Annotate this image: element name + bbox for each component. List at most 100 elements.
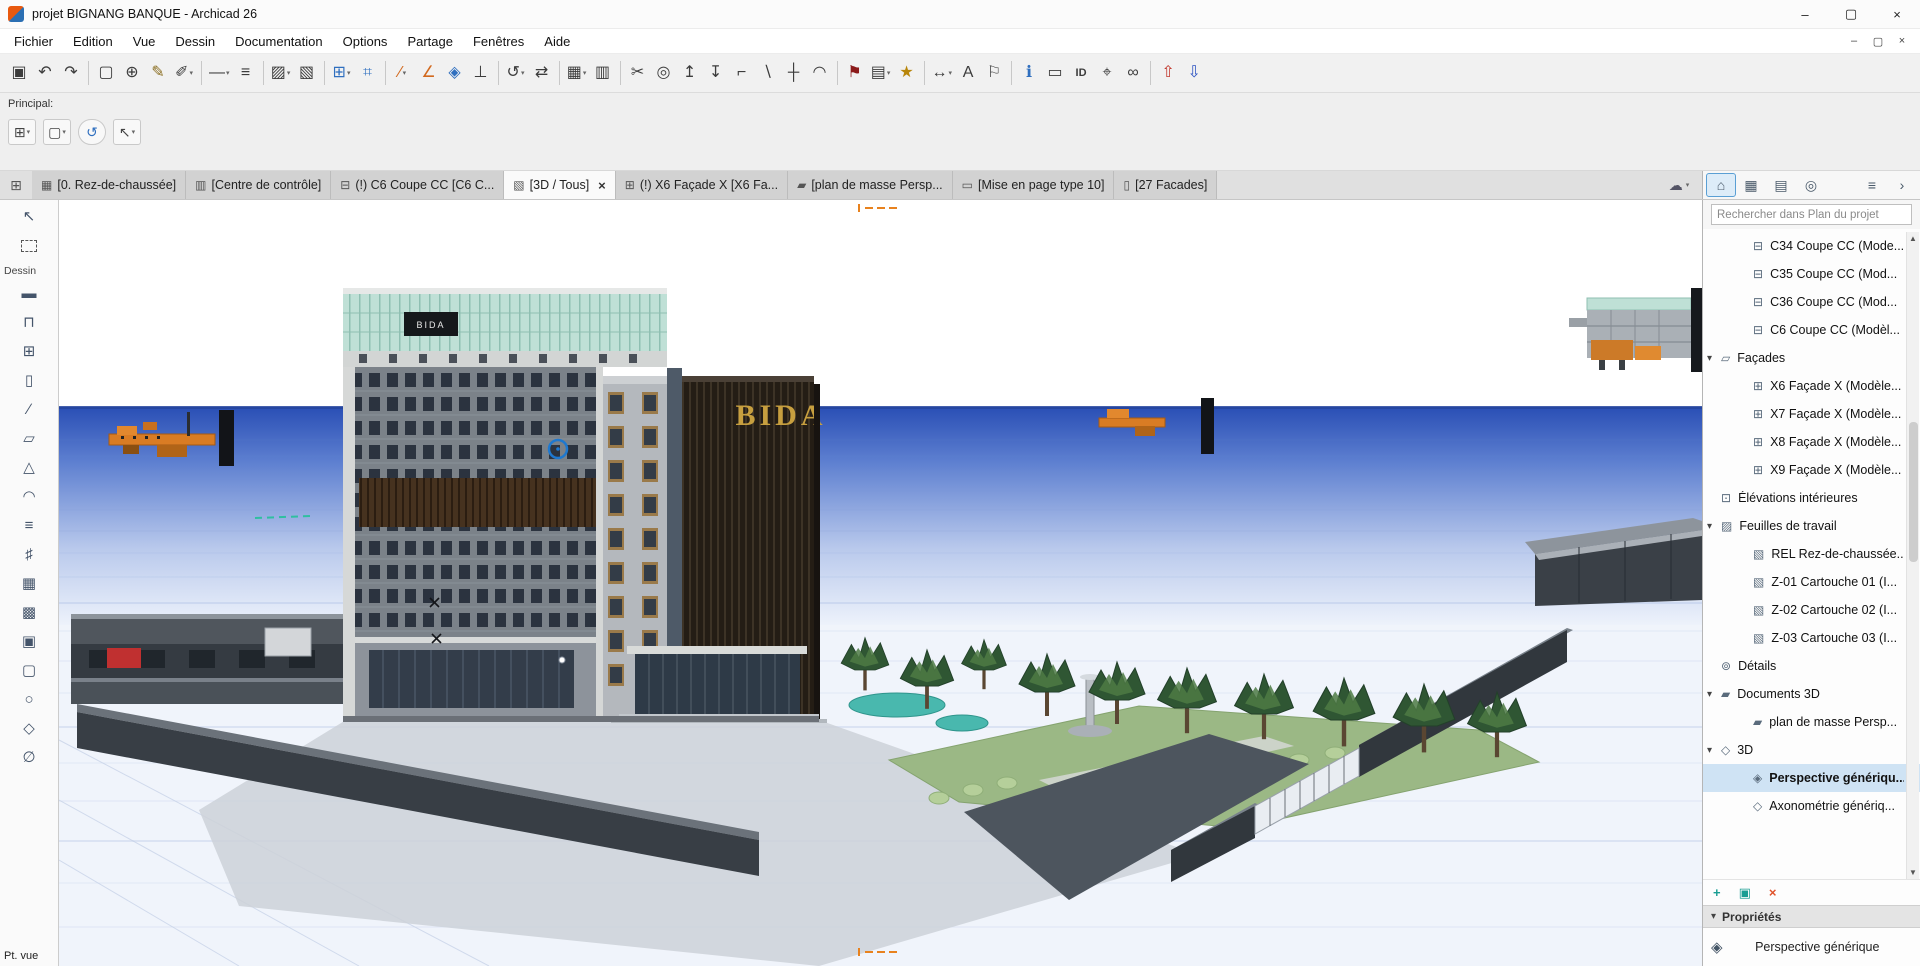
menu-item-documentation[interactable]: Documentation [225,29,332,53]
tree-item-x9-façade-x-modèle[interactable]: ⊞X9 Façade X (Modèle... [1703,456,1920,484]
layout-book-icon[interactable]: ▤ [1766,173,1796,197]
tree-item-façades[interactable]: ▾▱Façades [1703,344,1920,372]
quick-layout-button[interactable]: ⊞ [0,171,32,199]
chevron-down-icon[interactable]: ▾ [1707,745,1712,756]
tool-wall[interactable]: ▬ [11,279,47,308]
tab-close-icon[interactable]: × [598,178,606,193]
marquee-default-button[interactable]: ▢▾ [43,119,71,145]
trim-button[interactable]: ⌐ [729,58,755,88]
tree-item-x7-façade-x-modèle[interactable]: ⊞X7 Façade X (Modèle... [1703,400,1920,428]
properties-header[interactable]: ▾ Propriétés [1703,905,1920,928]
cut-button[interactable]: ✂ [625,58,651,88]
menu-item-partage[interactable]: Partage [397,29,463,53]
cloud-sync-button[interactable]: ☁ ▾ [1656,171,1702,199]
mirror-button[interactable]: ⇄ [529,58,555,88]
tool-lamp[interactable]: ○ [11,685,47,714]
tree-scrollbar[interactable]: ▲▼ [1906,232,1919,879]
gravity-button[interactable]: ⊥ [468,58,494,88]
tab-plan-de-masse-persp[interactable]: ▰[plan de masse Persp... [788,171,953,199]
close-button[interactable]: × [1874,0,1920,28]
tool-column[interactable]: ▯ [11,366,47,395]
surface-button[interactable]: ▧ [294,58,320,88]
doc-close-button[interactable]: × [1890,29,1914,53]
tree-item-z-01-cartouche-01-i[interactable]: ▧Z-01 Cartouche 01 (I... [1703,568,1920,596]
pen-weight-button[interactable]: ≡ [233,58,259,88]
find-select-button[interactable]: ◎ [651,58,677,88]
chevron-down-icon[interactable]: ▾ [1707,689,1712,700]
attach-button[interactable]: ∞ [1120,58,1146,88]
snap-guides-button[interactable]: ∠ [416,58,442,88]
grid-snap-button[interactable]: ⊞▾ [329,58,355,88]
publisher-icon[interactable]: ◎ [1796,173,1826,197]
scroll-down-icon[interactable]: ▼ [1907,868,1919,877]
tree-item-c6-coupe-cc-modèl[interactable]: ⊟C6 Coupe CC (Modèl... [1703,316,1920,344]
menu-item-vue[interactable]: Vue [123,29,166,53]
group-button[interactable]: ▦▾ [564,58,590,88]
fillet-button[interactable]: ◠ [807,58,833,88]
pet-palette-button[interactable]: ▭ [1042,58,1068,88]
tree-item-3d[interactable]: ▾◇3D [1703,736,1920,764]
inject-parameters-button[interactable]: ↧ [703,58,729,88]
maximize-button[interactable]: ▢ [1828,0,1874,28]
tab-mise-en-page-type-10[interactable]: ▭[Mise en page type 10] [953,171,1115,199]
tree-item-perspective-génériqu[interactable]: ◈Perspective génériqu... [1703,764,1920,792]
fill-type-button[interactable]: ▨▾ [268,58,294,88]
line-type-button[interactable]: ―▾ [206,58,233,88]
tab-0-rez-de-chaussée[interactable]: ▦[0. Rez-de-chaussée] [32,171,186,199]
tab-centre-de-contrôle[interactable]: ▥[Centre de contrôle] [186,171,331,199]
tab-x6-façade-x-x6-fa[interactable]: ⊞(!) X6 Façade X [X6 Fa... [616,171,788,199]
rotate-button[interactable]: ↺▾ [503,58,529,88]
menu-item-fichier[interactable]: Fichier [4,29,63,53]
tool-railing[interactable]: ♯ [11,540,47,569]
tree-item-élévations-intérieures[interactable]: ⊡Élévations intérieures [1703,484,1920,512]
tool-door[interactable]: ⊓ [11,308,47,337]
arrow-tool-button[interactable]: ↖▾ [113,119,141,145]
tree-item-feuilles-de-travail[interactable]: ▾▨Feuilles de travail [1703,512,1920,540]
chevron-down-icon[interactable]: ▾ [1707,521,1712,532]
tree-item-axonométrie-génériq[interactable]: ◇Axonométrie génériq... [1703,792,1920,820]
clone-folder-button[interactable]: ▣ [1739,885,1751,901]
tool-curtain-wall[interactable]: ▦ [11,569,47,598]
flag-button[interactable]: ⚑ [842,58,868,88]
scroll-up-icon[interactable]: ▲ [1907,234,1919,243]
tool-opening[interactable]: ∅ [11,743,47,772]
tree-item-x8-façade-x-modèle[interactable]: ⊞X8 Façade X (Modèle... [1703,428,1920,456]
tree-item-c35-coupe-cc-mod[interactable]: ⊟C35 Coupe CC (Mod... [1703,260,1920,288]
menu-item-aide[interactable]: Aide [534,29,580,53]
reset-orientation-button[interactable]: ↺ [78,119,106,145]
id-button[interactable]: ID [1068,58,1094,88]
tool-shell[interactable]: ◠ [11,482,47,511]
arrow-default-button[interactable]: ⊞▾ [8,119,36,145]
tree-item-c36-coupe-cc-mod[interactable]: ⊟C36 Coupe CC (Mod... [1703,288,1920,316]
guide-lines-button[interactable]: ∕▾ [390,58,416,88]
doc-restore-button[interactable]: ▢ [1866,29,1890,53]
menu-item-options[interactable]: Options [333,29,398,53]
tool-stair[interactable]: ≡ [11,511,47,540]
tree-item-x6-façade-x-modèle[interactable]: ⊞X6 Façade X (Modèle... [1703,372,1920,400]
tree-item-z-02-cartouche-02-i[interactable]: ▧Z-02 Cartouche 02 (I... [1703,596,1920,624]
search-input[interactable] [1711,204,1912,225]
tool-morph[interactable]: ◇ [11,714,47,743]
undo-button[interactable]: ↶ [32,58,58,88]
teamwork-receive-button[interactable]: ⇩ [1181,58,1207,88]
suspend-groups-button[interactable]: ▥ [590,58,616,88]
viewport[interactable]: BIDA [59,200,1702,966]
layers-button[interactable]: ▤▾ [868,58,894,88]
new-viewpoint-button[interactable]: + [1713,885,1721,900]
split-button[interactable]: ∖ [755,58,781,88]
tool-slab[interactable]: ▱ [11,424,47,453]
tool-select-arrow[interactable]: ↖ [11,202,47,231]
tree-item-z-03-cartouche-03-i[interactable]: ▧Z-03 Cartouche 03 (I... [1703,624,1920,652]
tab-27-facades[interactable]: ▯[27 Facades] [1114,171,1217,199]
3d-scene[interactable]: BIDA [59,200,1702,966]
scroll-thumb[interactable] [1909,422,1918,562]
dimension-button[interactable]: ↔▾ [929,58,956,88]
tool-selection-marquee[interactable] [11,231,47,260]
pen-button[interactable]: ✐▾ [171,58,197,88]
label-button[interactable]: ⚐ [981,58,1007,88]
adjust-button[interactable]: ┼ [781,58,807,88]
view-map-icon[interactable]: ▦ [1736,173,1766,197]
tree-item-plan-de-masse-persp[interactable]: ▰plan de masse Persp... [1703,708,1920,736]
tab-3d-tous[interactable]: ▧[3D / Tous]× [504,171,615,199]
tree-item-c34-coupe-cc-mode[interactable]: ⊟C34 Coupe CC (Mode... [1703,232,1920,260]
